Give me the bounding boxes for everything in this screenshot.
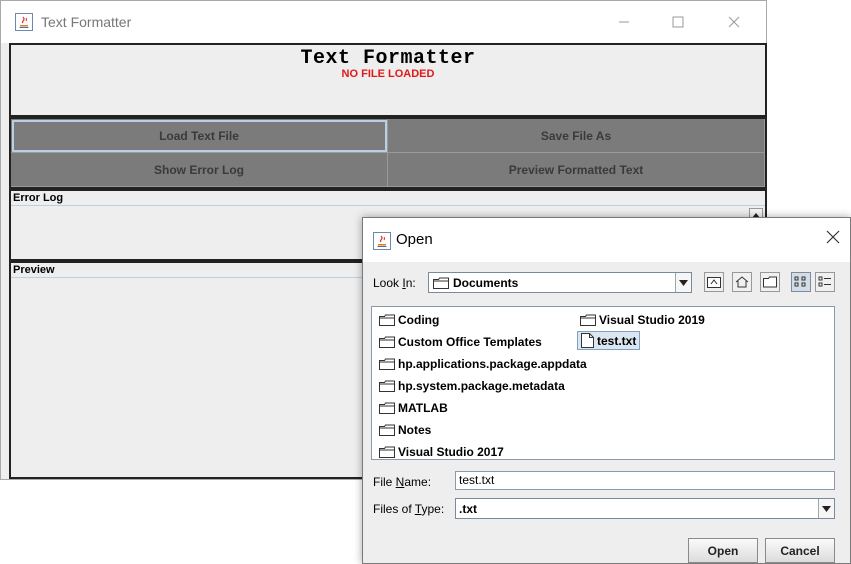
main-window-title: Text Formatter (41, 14, 132, 30)
open-button[interactable]: Open (688, 538, 758, 563)
folder-icon (433, 277, 449, 289)
file-list[interactable]: Coding Custom Office Templates hp.applic… (371, 306, 835, 460)
list-view-button[interactable] (791, 272, 811, 292)
list-item[interactable]: Visual Studio 2017 (376, 442, 507, 461)
list-item[interactable]: Custom Office Templates (376, 332, 545, 351)
close-icon (728, 16, 740, 28)
chevron-down-icon (822, 505, 831, 512)
folder-icon (580, 314, 596, 326)
header-panel: Text Formatter NO FILE LOADED (9, 43, 767, 117)
dropdown-arrow[interactable] (818, 499, 834, 518)
java-app-icon (15, 13, 33, 31)
close-button[interactable] (711, 9, 757, 35)
folder-icon (379, 424, 395, 436)
new-folder-button[interactable] (760, 272, 780, 292)
list-view-icon (794, 276, 806, 287)
file-status-label: NO FILE LOADED (341, 68, 435, 80)
error-log-title: Error Log (11, 191, 765, 206)
look-in-value: Documents (453, 275, 519, 290)
folder-icon (379, 402, 395, 414)
file-icon (581, 333, 594, 348)
new-folder-icon (763, 276, 777, 288)
list-item-selected[interactable]: test.txt (577, 331, 641, 350)
maximize-icon (672, 16, 684, 28)
folder-icon (379, 314, 395, 326)
cancel-button[interactable]: Cancel (765, 538, 835, 563)
file-name-label: File Name: (373, 475, 432, 489)
list-item[interactable]: hp.system.package.metadata (376, 376, 568, 395)
look-in-combobox[interactable]: Documents (428, 272, 692, 293)
show-error-log-button[interactable]: Show Error Log (11, 153, 388, 187)
main-titlebar: Text Formatter (1, 1, 766, 43)
folder-icon (379, 446, 395, 458)
preview-formatted-text-button[interactable]: Preview Formatted Text (388, 153, 765, 187)
list-item[interactable]: Notes (376, 420, 434, 439)
minimize-button[interactable] (601, 9, 647, 35)
details-view-button[interactable] (815, 272, 835, 292)
home-icon (735, 276, 749, 288)
look-in-label: Look In: (373, 276, 416, 290)
open-file-dialog: Open Look In: Documents Coding Custom Of… (362, 217, 851, 564)
dropdown-arrow[interactable] (675, 273, 691, 292)
folder-icon (379, 336, 395, 348)
folder-icon (379, 358, 395, 370)
load-text-file-button[interactable]: Load Text File (11, 119, 388, 153)
files-of-type-label: Files of Type: (373, 502, 445, 516)
list-item[interactable]: MATLAB (376, 398, 451, 417)
minimize-icon (619, 21, 629, 23)
chevron-down-icon (679, 279, 688, 286)
list-item[interactable]: Visual Studio 2019 (577, 310, 708, 329)
maximize-button[interactable] (655, 9, 701, 35)
list-item[interactable]: hp.applications.package.appdata (376, 354, 590, 373)
list-item[interactable]: Coding (376, 310, 442, 329)
up-folder-icon (707, 277, 721, 288)
app-heading: Text Formatter (300, 47, 476, 70)
dialog-titlebar: Open (363, 218, 850, 262)
folder-icon (379, 380, 395, 392)
java-app-icon (373, 232, 391, 250)
save-file-as-button[interactable]: Save File As (388, 119, 765, 153)
files-of-type-value: .txt (459, 501, 477, 516)
up-one-level-button[interactable] (704, 272, 724, 292)
home-button[interactable] (732, 272, 752, 292)
close-icon[interactable] (826, 230, 840, 244)
dialog-title: Open (396, 231, 433, 248)
file-name-field[interactable]: test.txt (455, 471, 835, 490)
files-of-type-combobox[interactable]: .txt (455, 498, 835, 519)
details-view-icon (818, 276, 831, 287)
action-button-grid: Load Text File Save File As Show Error L… (9, 117, 767, 189)
